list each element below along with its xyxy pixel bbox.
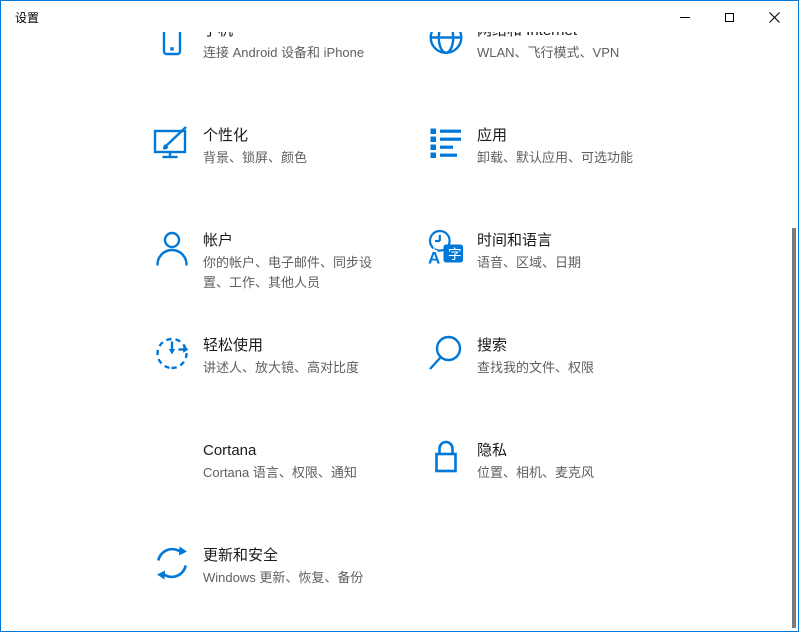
svg-text:A: A — [428, 249, 440, 268]
category-text: 时间和语言 语音、区域、日期 — [477, 231, 655, 273]
category-title: 更新和安全 — [203, 546, 381, 566]
vertical-scrollbar-thumb[interactable] — [792, 228, 796, 628]
category-text: 搜索 查找我的文件、权限 — [477, 336, 655, 378]
vertical-scrollbar-track[interactable] — [791, 32, 797, 630]
category-update-security[interactable]: 更新和安全 Windows 更新、恢复、备份 — [153, 546, 423, 632]
category-title: 时间和语言 — [477, 231, 655, 251]
category-title: 隐私 — [477, 441, 655, 461]
category-text: 隐私 位置、相机、麦克风 — [477, 441, 655, 483]
settings-category-grid: 手机 连接 Android 设备和 iPhone 网络和 Internet WL… — [1, 1, 798, 631]
category-subtitle: 卸载、默认应用、可选功能 — [477, 148, 655, 168]
ease-of-access-icon — [153, 334, 191, 372]
category-accounts[interactable]: 帐户 你的帐户、电子邮件、同步设置、工作、其他人员 — [153, 231, 423, 331]
category-privacy[interactable]: 隐私 位置、相机、麦克风 — [427, 441, 697, 541]
category-title: 帐户 — [203, 231, 381, 251]
category-text: 帐户 你的帐户、电子邮件、同步设置、工作、其他人员 — [203, 231, 381, 293]
lock-icon — [427, 439, 465, 477]
category-subtitle: 背景、锁屏、颜色 — [203, 148, 381, 168]
time-language-icon: A 字 — [427, 229, 465, 267]
category-title: Cortana — [203, 441, 381, 461]
cortana-icon — [153, 439, 191, 477]
category-text: 个性化 背景、锁屏、颜色 — [203, 126, 381, 168]
category-text: 更新和安全 Windows 更新、恢复、备份 — [203, 546, 381, 588]
svg-text:字: 字 — [448, 247, 462, 262]
category-text: 轻松使用 讲述人、放大镜、高对比度 — [203, 336, 381, 378]
maximize-button[interactable] — [707, 2, 752, 32]
search-icon — [427, 334, 465, 372]
category-subtitle: 语音、区域、日期 — [477, 253, 655, 273]
category-apps[interactable]: 应用 卸载、默认应用、可选功能 — [427, 126, 697, 226]
category-title: 应用 — [477, 126, 655, 146]
category-subtitle: Cortana 语言、权限、通知 — [203, 463, 381, 483]
close-icon — [769, 12, 780, 23]
category-title: 个性化 — [203, 126, 381, 146]
category-subtitle: WLAN、飞行模式、VPN — [477, 43, 655, 63]
category-text: 应用 卸载、默认应用、可选功能 — [477, 126, 655, 168]
category-time-language[interactable]: A 字 时间和语言 语音、区域、日期 — [427, 231, 697, 331]
category-subtitle: 位置、相机、麦克风 — [477, 463, 655, 483]
personalization-icon — [153, 124, 191, 162]
person-icon — [153, 229, 191, 267]
category-personalization[interactable]: 个性化 背景、锁屏、颜色 — [153, 126, 423, 226]
category-subtitle: 讲述人、放大镜、高对比度 — [203, 358, 381, 378]
settings-window: 手机 连接 Android 设备和 iPhone 网络和 Internet WL… — [0, 0, 799, 632]
category-text: Cortana Cortana 语言、权限、通知 — [203, 441, 381, 483]
category-ease-of-access[interactable]: 轻松使用 讲述人、放大镜、高对比度 — [153, 336, 423, 436]
category-network[interactable]: 网络和 Internet WLAN、飞行模式、VPN — [427, 21, 697, 121]
window-title: 设置 — [15, 9, 39, 26]
maximize-icon — [725, 13, 734, 22]
titlebar[interactable]: 设置 — [2, 2, 797, 32]
category-title: 轻松使用 — [203, 336, 381, 356]
apps-list-icon — [427, 124, 465, 162]
close-button[interactable] — [752, 2, 797, 32]
category-subtitle: 你的帐户、电子邮件、同步设置、工作、其他人员 — [203, 253, 381, 293]
category-cortana[interactable]: Cortana Cortana 语言、权限、通知 — [153, 441, 423, 541]
category-subtitle: Windows 更新、恢复、备份 — [203, 568, 381, 588]
category-search[interactable]: 搜索 查找我的文件、权限 — [427, 336, 697, 436]
category-title: 搜索 — [477, 336, 655, 356]
minimize-button[interactable] — [662, 2, 707, 32]
category-phone[interactable]: 手机 连接 Android 设备和 iPhone — [153, 21, 423, 121]
category-subtitle: 连接 Android 设备和 iPhone — [203, 43, 381, 63]
sync-icon — [153, 544, 191, 582]
caption-buttons — [662, 2, 797, 32]
minimize-icon — [680, 17, 690, 18]
category-subtitle: 查找我的文件、权限 — [477, 358, 655, 378]
